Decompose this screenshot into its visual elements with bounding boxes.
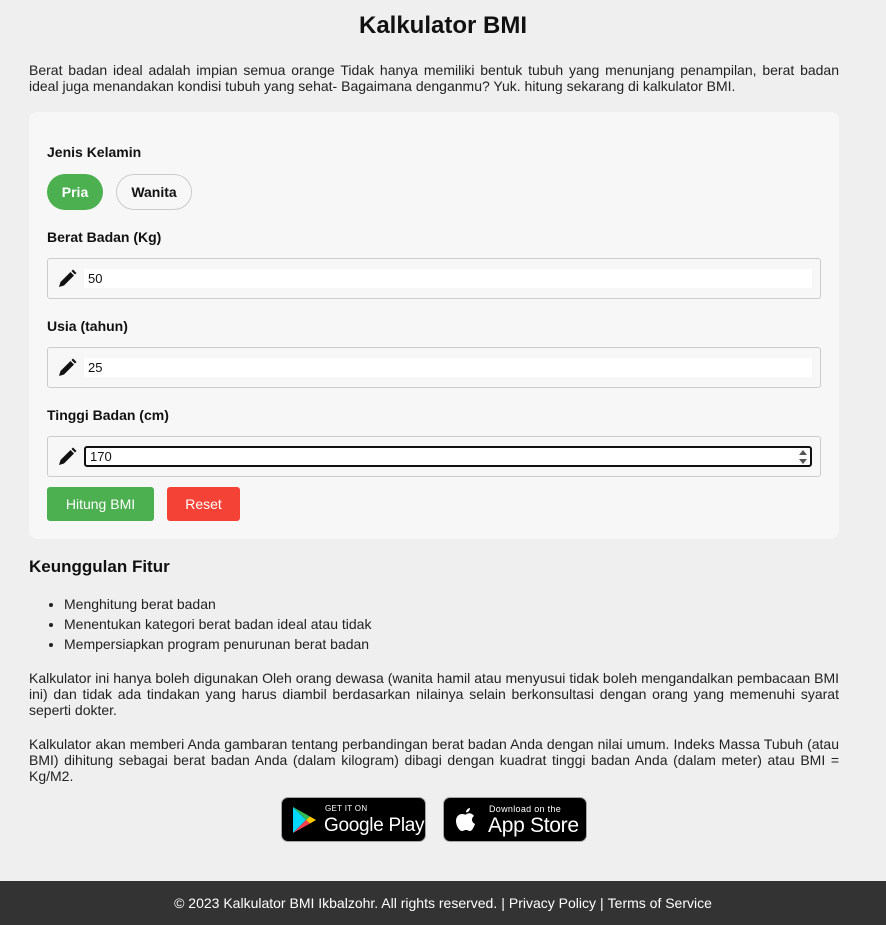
google-play-icon xyxy=(293,807,316,833)
list-item: Mempersiapkan program penurunan berat ba… xyxy=(64,634,371,654)
app-store-big-text: App Store xyxy=(488,814,579,837)
disclaimer-paragraph: Kalkulator ini hanya boleh digunakan Ole… xyxy=(29,670,839,718)
number-spinner[interactable] xyxy=(799,450,808,464)
app-store-badge[interactable]: Download on the App Store xyxy=(443,797,587,842)
height-input[interactable] xyxy=(84,446,812,467)
gender-male-button[interactable]: Pria xyxy=(47,174,103,210)
age-field xyxy=(47,347,821,388)
weight-input[interactable] xyxy=(84,269,812,288)
footer-separator: | xyxy=(501,895,505,911)
pencil-icon xyxy=(59,447,77,465)
google-play-small-text: GET IT ON xyxy=(325,804,368,813)
pencil-icon xyxy=(59,358,77,376)
gender-label: Jenis Kelamin xyxy=(47,144,142,160)
privacy-policy-link[interactable]: Privacy Policy xyxy=(509,895,596,911)
height-field xyxy=(47,436,821,477)
list-item: Menentukan kategori berat badan ideal at… xyxy=(64,614,371,634)
footer-copyright: © 2023 Kalkulator BMI Ikbalzohr. All rig… xyxy=(174,895,498,911)
footer: © 2023 Kalkulator BMI Ikbalzohr. All rig… xyxy=(0,881,886,925)
list-item: Menghitung berat badan xyxy=(64,594,371,614)
pencil-icon xyxy=(59,269,77,287)
gender-female-button[interactable]: Wanita xyxy=(116,174,192,210)
spinner-up-icon[interactable] xyxy=(799,450,807,455)
reset-button[interactable]: Reset xyxy=(167,487,240,521)
intro-text: Berat badan ideal adalah impian semua or… xyxy=(29,62,839,94)
features-list: Menghitung berat badan Menentukan katego… xyxy=(64,594,371,654)
weight-field xyxy=(47,258,821,299)
google-play-badge[interactable]: GET IT ON Google Play xyxy=(281,797,426,842)
calculate-bmi-button[interactable]: Hitung BMI xyxy=(47,487,154,521)
app-store-small-text: Download on the xyxy=(489,804,562,814)
height-label: Tinggi Badan (cm) xyxy=(47,407,169,423)
google-play-big-text: Google Play xyxy=(324,815,425,836)
footer-separator: | xyxy=(600,895,604,911)
age-label: Usia (tahun) xyxy=(47,318,128,334)
age-input[interactable] xyxy=(84,358,812,377)
apple-icon xyxy=(456,808,475,831)
features-title: Keunggulan Fitur xyxy=(29,557,170,576)
bmi-form-card: Jenis Kelamin Pria Wanita Berat Badan (K… xyxy=(29,112,839,539)
page-title: Kalkulator BMI xyxy=(358,12,528,39)
spinner-down-icon[interactable] xyxy=(799,459,807,464)
bmi-explanation-paragraph: Kalkulator akan memberi Anda gambaran te… xyxy=(29,736,839,784)
terms-of-service-link[interactable]: Terms of Service xyxy=(608,895,712,911)
weight-label: Berat Badan (Kg) xyxy=(47,229,162,245)
